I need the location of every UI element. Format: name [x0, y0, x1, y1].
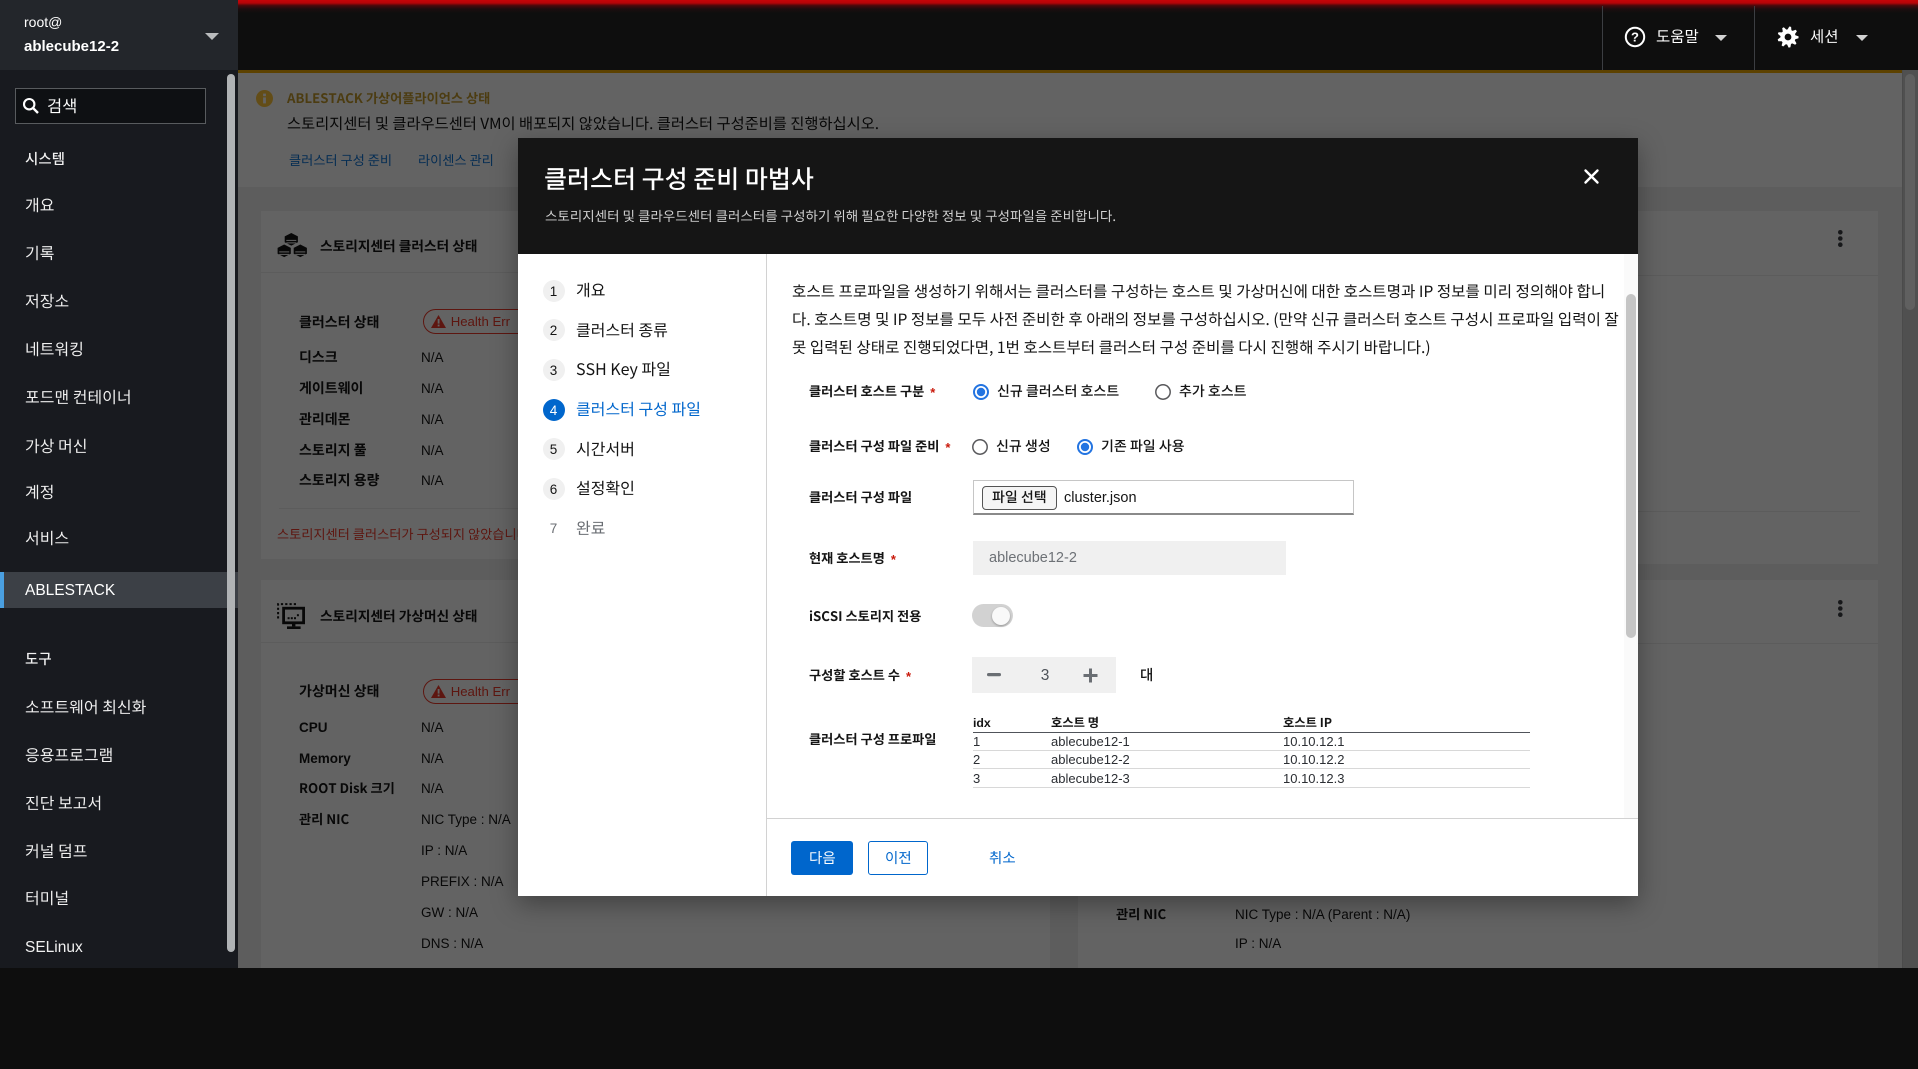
svg-text:?: ?: [1631, 30, 1639, 45]
